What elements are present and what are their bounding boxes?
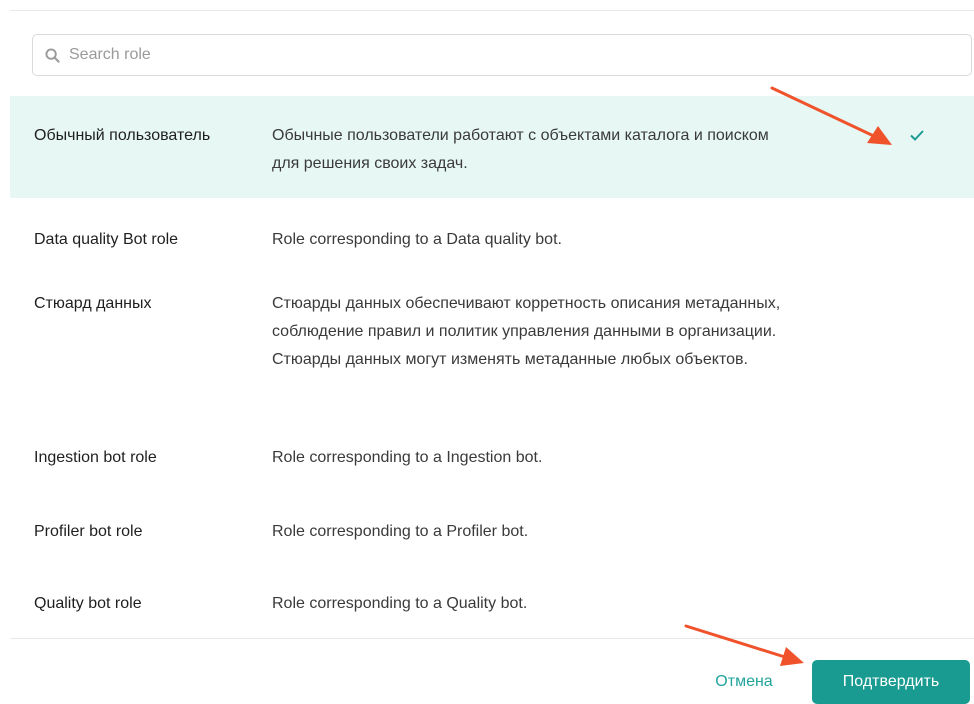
- role-item[interactable]: Обычный пользователь Обычные пользовател…: [10, 96, 974, 198]
- role-name: Profiler bot role: [34, 523, 143, 540]
- role-item[interactable]: Quality bot role Role corresponding to a…: [10, 560, 974, 630]
- role-description-line: Стюарды данных могут изменять метаданные…: [272, 351, 748, 368]
- role-description-line: Role corresponding to a Profiler bot.: [272, 523, 529, 540]
- role-name: Стюард данных: [34, 295, 152, 312]
- role-description-line: для решения своих задач.: [272, 155, 468, 172]
- cancel-button[interactable]: Отмена: [698, 664, 790, 700]
- role-description-line: соблюдение правил и политик управления д…: [272, 323, 777, 340]
- role-list: Обычный пользователь Обычные пользовател…: [10, 96, 974, 630]
- confirm-button[interactable]: Подтвердить: [812, 660, 970, 704]
- role-name: Data quality Bot role: [34, 231, 179, 248]
- search-input[interactable]: [67, 39, 971, 71]
- role-description: Стюарды данных обеспечивают корретность …: [272, 290, 872, 374]
- role-description-line: Role corresponding to a Data quality bot…: [272, 231, 562, 248]
- check-icon: [908, 126, 926, 144]
- role-name: Обычный пользователь: [34, 127, 211, 144]
- role-description: Role corresponding to a Ingestion bot.: [272, 444, 872, 472]
- role-description-line: Role corresponding to a Quality bot.: [272, 595, 528, 612]
- role-item[interactable]: Стюард данных Стюарды данных обеспечиваю…: [10, 270, 974, 414]
- role-item[interactable]: Ingestion bot role Role corresponding to…: [10, 414, 974, 488]
- top-divider: [10, 10, 974, 11]
- role-description: Обычные пользователи работают с объектам…: [272, 122, 872, 178]
- bottom-divider: [10, 638, 974, 639]
- search-box[interactable]: [32, 34, 972, 76]
- role-description-line: Обычные пользователи работают с объектам…: [272, 127, 769, 144]
- role-description: Role corresponding to a Data quality bot…: [272, 226, 872, 254]
- role-item[interactable]: Profiler bot role Role corresponding to …: [10, 488, 974, 560]
- role-description: Role corresponding to a Profiler bot.: [272, 518, 872, 546]
- role-description-line: Стюарды данных обеспечивают корретность …: [272, 295, 781, 312]
- role-name: Ingestion bot role: [34, 449, 157, 466]
- role-description-line: Role corresponding to a Ingestion bot.: [272, 449, 543, 466]
- search-icon: [45, 47, 61, 63]
- role-description: Role corresponding to a Quality bot.: [272, 590, 872, 618]
- role-name: Quality bot role: [34, 595, 142, 612]
- role-item[interactable]: Data quality Bot role Role corresponding…: [10, 198, 974, 270]
